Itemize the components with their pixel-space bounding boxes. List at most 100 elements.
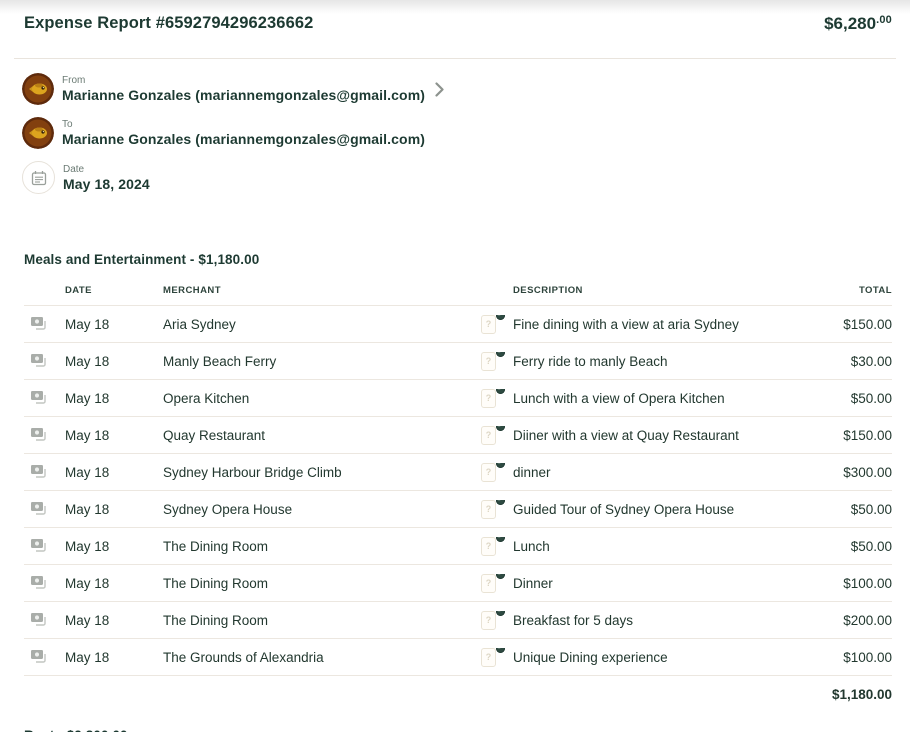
expense-merchant: The Dining Room	[163, 575, 269, 591]
globe-badge-icon	[496, 388, 505, 394]
from-value: Marianne Gonzales (mariannemgonzales@gma…	[62, 87, 425, 103]
expense-merchant: The Grounds of Alexandria	[163, 649, 324, 665]
receipt-icon[interactable]	[30, 575, 47, 589]
from-row[interactable]: From Marianne Gonzales (mariannemgonzale…	[22, 73, 886, 105]
missing-image-glyph: ?	[481, 462, 496, 482]
desc-icon-cell: ?	[481, 351, 513, 371]
expense-total: $50.00	[850, 538, 892, 554]
expense-total: $150.00	[843, 316, 892, 332]
image-placeholder-icon: ?	[481, 388, 505, 408]
receipt-icon[interactable]	[30, 649, 47, 663]
receipt-cell	[24, 612, 65, 629]
expense-description: Unique Dining experience	[513, 649, 668, 665]
receipt-icon[interactable]	[30, 390, 47, 404]
receipt-cell	[24, 501, 65, 518]
receipt-icon[interactable]	[30, 464, 47, 478]
missing-image-glyph: ?	[481, 425, 496, 445]
receipt-icon[interactable]	[30, 501, 47, 515]
calendar-icon	[22, 161, 55, 194]
chevron-right-icon[interactable]	[435, 81, 444, 97]
column-header-merchant: MERCHANT	[163, 285, 221, 296]
receipt-cell	[24, 649, 65, 666]
expense-date: May 18	[65, 538, 110, 554]
image-placeholder-icon: ?	[481, 314, 505, 334]
missing-image-glyph: ?	[481, 536, 496, 556]
expense-merchant: Manly Beach Ferry	[163, 353, 277, 369]
sender-avatar	[22, 73, 54, 105]
expense-total: $200.00	[843, 612, 892, 628]
table-row[interactable]: May 18 The Dining Room ? Lunch $50.00	[24, 527, 892, 564]
to-value: Marianne Gonzales (mariannemgonzales@gma…	[62, 131, 425, 147]
expense-date: May 18	[65, 427, 110, 443]
receipt-icon[interactable]	[30, 538, 47, 552]
table-body: May 18 Aria Sydney ? Fine dining with a …	[24, 305, 892, 675]
receipt-cell	[24, 464, 65, 481]
desc-icon-cell: ?	[481, 314, 513, 334]
expense-table: DATE MERCHANT DESCRIPTION TOTAL May 18 A…	[0, 285, 910, 712]
expense-description: Lunch	[513, 538, 550, 554]
receipt-cell	[24, 353, 65, 370]
globe-badge-icon	[496, 647, 505, 653]
receipt-icon[interactable]	[30, 612, 47, 626]
table-header-row: DATE MERCHANT DESCRIPTION TOTAL	[24, 285, 892, 305]
section-title-rent: Rent - $2,800.00	[0, 728, 910, 732]
expense-date: May 18	[65, 649, 110, 665]
missing-image-glyph: ?	[481, 351, 496, 371]
table-row[interactable]: May 18 Sydney Opera House ? Guided Tour …	[24, 490, 892, 527]
section-subtotal: $1,180.00	[831, 686, 892, 702]
receipt-cell	[24, 538, 65, 555]
expense-date: May 18	[65, 353, 110, 369]
missing-image-glyph: ?	[481, 314, 496, 334]
expense-merchant: Sydney Opera House	[163, 501, 293, 517]
desc-icon-cell: ?	[481, 647, 513, 667]
image-placeholder-icon: ?	[481, 536, 505, 556]
image-placeholder-icon: ?	[481, 647, 505, 667]
expense-date: May 18	[65, 390, 110, 406]
page-title: Expense Report #6592794296236662	[24, 14, 314, 32]
globe-badge-icon	[496, 425, 505, 431]
table-row[interactable]: May 18 Manly Beach Ferry ? Ferry ride to…	[24, 342, 892, 379]
globe-badge-icon	[496, 610, 505, 616]
to-row: To Marianne Gonzales (mariannemgonzales@…	[22, 117, 886, 149]
table-footer-row: $1,180.00	[24, 675, 892, 712]
expense-total: $30.00	[850, 353, 892, 369]
missing-image-glyph: ?	[481, 499, 496, 519]
expense-merchant: Aria Sydney	[163, 316, 236, 332]
report-total-amount: $6,280.00	[824, 14, 892, 34]
table-row[interactable]: May 18 Sydney Harbour Bridge Climb ? din…	[24, 453, 892, 490]
expense-description: Lunch with a view of Opera Kitchen	[513, 390, 725, 406]
to-label: To	[62, 119, 73, 130]
date-value: May 18, 2024	[63, 175, 150, 192]
receipt-icon[interactable]	[30, 316, 47, 330]
expense-date: May 18	[65, 501, 110, 517]
expense-report-page: Expense Report #6592794296236662 $6,280.…	[0, 0, 910, 732]
receipt-icon[interactable]	[30, 353, 47, 367]
table-row[interactable]: May 18 Aria Sydney ? Fine dining with a …	[24, 305, 892, 342]
table-row[interactable]: May 18 The Grounds of Alexandria ? Uniqu…	[24, 638, 892, 675]
desc-icon-cell: ?	[481, 499, 513, 519]
table-row[interactable]: May 18 The Dining Room ? Dinner $100.00	[24, 564, 892, 601]
column-header-date: DATE	[65, 285, 92, 296]
section-title-meals: Meals and Entertainment - $1,180.00	[24, 252, 260, 267]
receipt-icon[interactable]	[30, 427, 47, 441]
column-header-total: TOTAL	[858, 285, 892, 296]
table-row[interactable]: May 18 The Dining Room ? Breakfast for 5…	[24, 601, 892, 638]
desc-icon-cell: ?	[481, 573, 513, 593]
expense-date: May 18	[65, 464, 110, 480]
desc-icon-cell: ?	[481, 462, 513, 482]
expense-total: $100.00	[843, 649, 892, 665]
expense-merchant: Sydney Harbour Bridge Climb	[163, 464, 342, 480]
missing-image-glyph: ?	[481, 610, 496, 630]
table-row[interactable]: May 18 Opera Kitchen ? Lunch with a view…	[24, 379, 892, 416]
desc-icon-cell: ?	[481, 610, 513, 630]
column-header-description: DESCRIPTION	[513, 285, 583, 296]
table-row[interactable]: May 18 Quay Restaurant ? Diiner with a v…	[24, 416, 892, 453]
expense-total: $100.00	[843, 575, 892, 591]
expense-description: Ferry ride to manly Beach	[513, 353, 668, 369]
expense-description: Diiner with a view at Quay Restaurant	[513, 427, 739, 443]
image-placeholder-icon: ?	[481, 351, 505, 371]
image-placeholder-icon: ?	[481, 425, 505, 445]
desc-icon-cell: ?	[481, 425, 513, 445]
expense-description: Fine dining with a view at aria Sydney	[513, 316, 739, 332]
globe-badge-icon	[496, 499, 505, 505]
